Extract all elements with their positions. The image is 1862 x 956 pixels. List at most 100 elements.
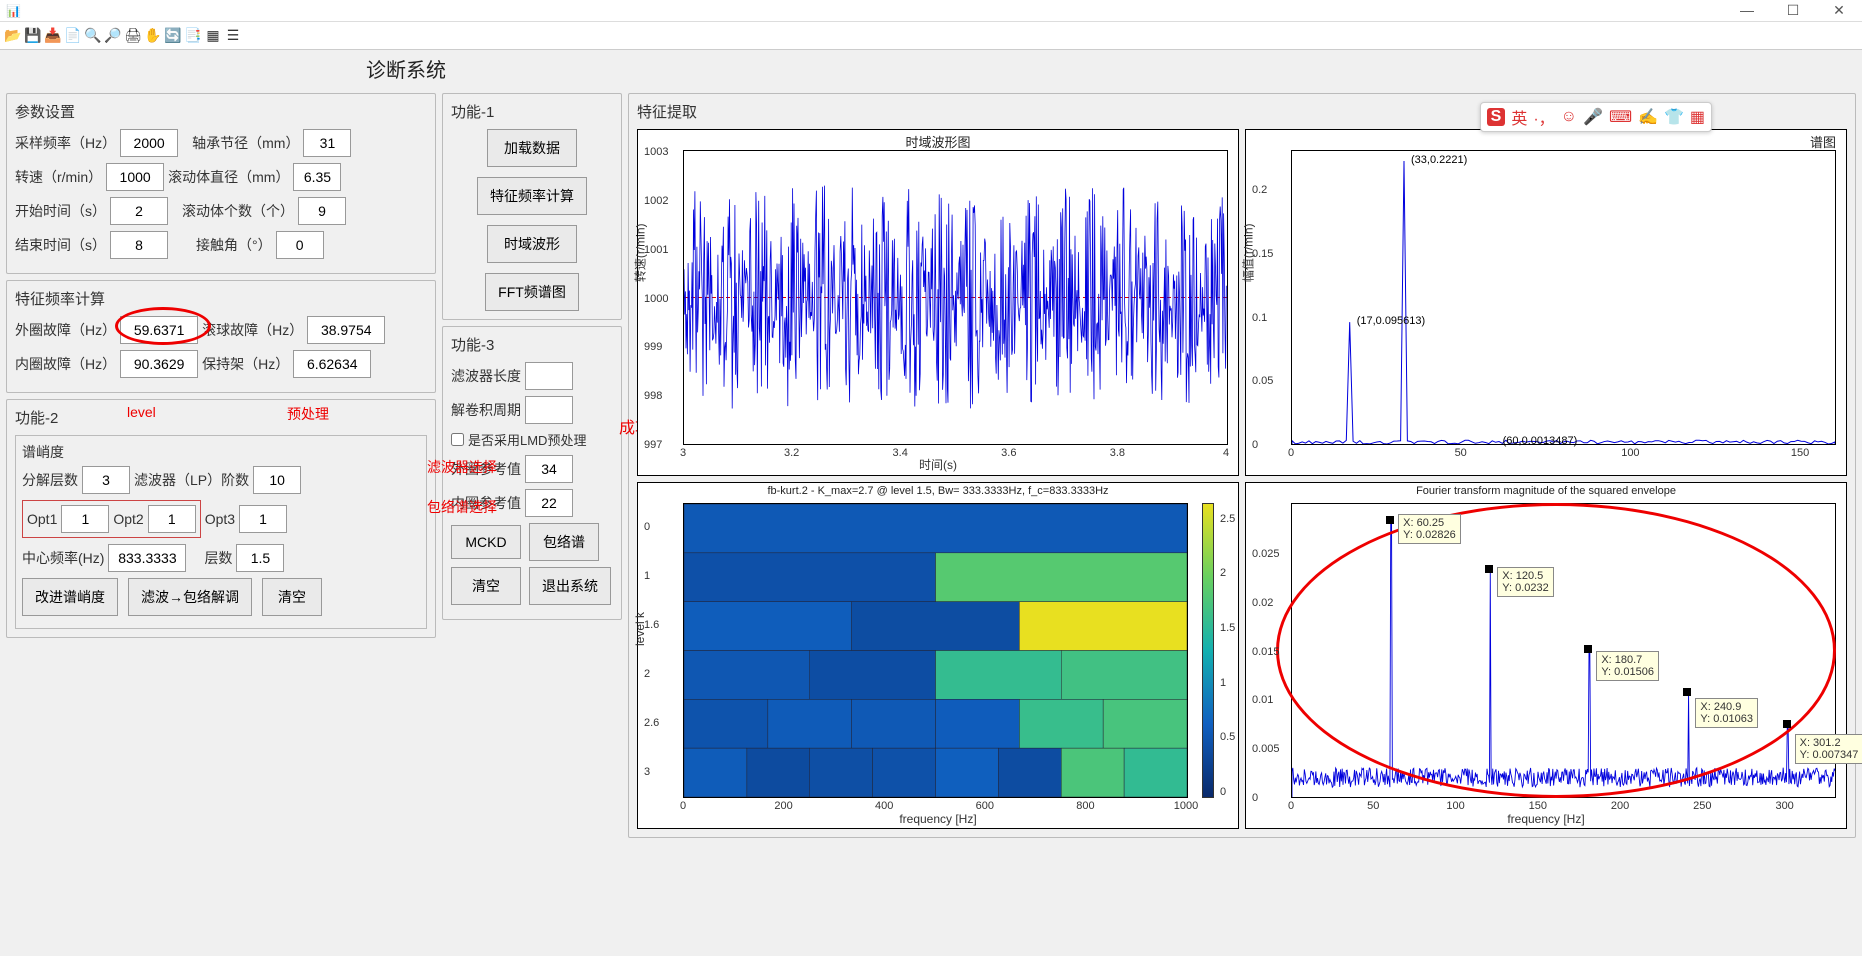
sample-rate-input[interactable]: [120, 129, 178, 157]
contact-angle-input[interactable]: [276, 231, 324, 259]
opt3-input[interactable]: [239, 505, 287, 533]
filtlen-label: 滤波器长度: [451, 366, 521, 386]
contact-angle-label: 接触角（°）: [196, 235, 272, 255]
deconv-input[interactable]: [525, 396, 573, 424]
lpord-label: 滤波器（LP）阶数: [134, 470, 249, 490]
decomp-label: 分解层数: [22, 470, 78, 490]
hand-icon[interactable]: ✋: [144, 27, 162, 45]
charfreq-title: 特征频率计算: [15, 288, 427, 309]
datatip[interactable]: X: 60.25Y: 0.02826: [1398, 514, 1461, 544]
colorbar-icon[interactable]: ☰: [224, 27, 242, 45]
sample-rate-label: 采样频率（Hz）: [15, 133, 116, 153]
centerf-input[interactable]: [108, 544, 186, 572]
close-button[interactable]: ✕: [1816, 2, 1862, 19]
lmd-checkbox-row: 是否采用LMD预处理: [451, 430, 613, 449]
fft-button[interactable]: FFT频谱图: [485, 273, 579, 311]
end-time-input[interactable]: [110, 231, 168, 259]
ime-punct-icon[interactable]: ·，: [1533, 105, 1554, 129]
kurtosis-subtitle: 谱峭度: [22, 442, 420, 462]
ime-mic-icon[interactable]: 🎤: [1583, 107, 1603, 127]
maximize-button[interactable]: ☐: [1770, 2, 1816, 19]
pitch-dia-input[interactable]: [303, 129, 351, 157]
save-as-icon[interactable]: 📄: [64, 27, 82, 45]
ime-toolbar[interactable]: S 英 ·， ☺ 🎤 ⌨ ✍ 👕 ▦: [1480, 102, 1712, 132]
time-plot-title: 时域波形图: [638, 132, 1238, 151]
annotation-level: level: [127, 404, 156, 420]
opt1-label: Opt1: [27, 511, 57, 527]
outer-fault-label: 外圈故障（Hz）: [15, 320, 116, 340]
func2-panel: 功能-2 level 预处理 谱峭度 分解层数 滤波器（LP）阶数 Opt1 O…: [6, 399, 436, 638]
time-waveform-plot[interactable]: 时域波形图 转速(r/min) 时间(s) 33.23.43.63.849979…: [637, 129, 1239, 476]
inner-fault-value[interactable]: [120, 350, 198, 378]
zoom-out-icon[interactable]: 🔎: [104, 27, 122, 45]
opt2-input[interactable]: [148, 505, 196, 533]
calc-charfreq-button[interactable]: 特征频率计算: [477, 177, 587, 215]
decomp-input[interactable]: [82, 466, 130, 494]
roll-dia-input[interactable]: [293, 163, 341, 191]
ime-keyboard-icon[interactable]: ⌨: [1609, 107, 1632, 127]
annotation-filtsel: 滤波器选择: [427, 457, 497, 477]
filtlen-input[interactable]: [525, 362, 573, 390]
func2-title: 功能-2: [15, 407, 427, 428]
params-panel: 参数设置 采样频率（Hz） 轴承节径（mm） 转速（r/min） 滚动体直径（m…: [6, 93, 436, 274]
clear-button-f2[interactable]: 清空: [262, 578, 322, 616]
params-title: 参数设置: [15, 101, 427, 122]
zoom-in-icon[interactable]: 🔍: [84, 27, 102, 45]
mckd-button[interactable]: MCKD: [451, 525, 521, 559]
kurtogram-plot[interactable]: fb-kurt.2 - K_max=2.7 @ level 1.5, Bw= 3…: [637, 482, 1239, 829]
grid-icon[interactable]: ▦: [204, 27, 222, 45]
ime-skin-icon[interactable]: 👕: [1664, 107, 1684, 127]
roll-count-input[interactable]: [298, 197, 346, 225]
envelope-button[interactable]: 包络谱: [529, 523, 599, 561]
lpord-input[interactable]: [253, 466, 301, 494]
func1-title: 功能-1: [451, 101, 613, 122]
speed-input[interactable]: [106, 163, 164, 191]
env-xlabel: frequency [Hz]: [1246, 812, 1846, 826]
outer-fault-value[interactable]: [120, 316, 198, 344]
roll-fault-value[interactable]: [307, 316, 385, 344]
improved-kurt-button[interactable]: 改进谱峭度: [22, 578, 118, 616]
spectrum-plot[interactable]: 谱图 幅值(r/min) (33,0.2221)(17,0.095613)(60…: [1245, 129, 1847, 476]
lmd-checkbox[interactable]: [451, 433, 464, 446]
charfreq-panel: 特征频率计算 外圈故障（Hz） 滚球故障（Hz） 内圈故障（Hz） 保持架（Hz…: [6, 280, 436, 393]
cage-label: 保持架（Hz）: [202, 354, 289, 374]
datatip[interactable]: X: 301.2Y: 0.007347: [1795, 734, 1862, 764]
time-waveform-button[interactable]: 时域波形: [487, 225, 577, 263]
start-time-input[interactable]: [110, 197, 168, 225]
inner-ref-input[interactable]: [525, 489, 573, 517]
rotate-icon[interactable]: 🔄: [164, 27, 182, 45]
print-icon[interactable]: 🖨: [124, 27, 142, 45]
data-cursor-icon[interactable]: 📑: [184, 27, 202, 45]
layers-input[interactable]: [236, 544, 284, 572]
envelope-plot[interactable]: Fourier transform magnitude of the squar…: [1245, 482, 1847, 829]
app-title: 诊断系统: [0, 50, 1862, 87]
annotation-prep: 预处理: [287, 404, 329, 424]
window-icon: 📊: [6, 4, 21, 18]
opt2-label: Opt2: [113, 511, 143, 527]
cage-value[interactable]: [293, 350, 371, 378]
import-icon[interactable]: 📥: [44, 27, 62, 45]
feature-extract-panel: 特征提取 成功提取！！！ 时域波形图 转速(r/min) 时间(s) 33.23…: [628, 93, 1856, 838]
save-icon[interactable]: 💾: [24, 27, 42, 45]
opt1-input[interactable]: [61, 505, 109, 533]
lmd-label: 是否采用LMD预处理: [468, 430, 586, 449]
filter-envelope-button[interactable]: 滤波→包络解调: [128, 578, 252, 616]
ime-menu-icon[interactable]: ▦: [1690, 107, 1705, 127]
clear-button-f3[interactable]: 清空: [451, 567, 521, 605]
roll-fault-label: 滚球故障（Hz）: [202, 320, 303, 340]
exit-button[interactable]: 退出系统: [529, 567, 611, 605]
datatip[interactable]: X: 120.5Y: 0.0232: [1497, 567, 1554, 597]
time-xlabel: 时间(s): [638, 456, 1238, 473]
datatip[interactable]: X: 180.7Y: 0.01506: [1596, 651, 1659, 681]
ime-handwrite-icon[interactable]: ✍: [1638, 107, 1658, 127]
deconv-label: 解卷积周期: [451, 400, 521, 420]
ime-emoji-icon[interactable]: ☺: [1561, 108, 1577, 126]
folder-open-icon[interactable]: 📂: [4, 27, 22, 45]
func1-panel: 功能-1 加载数据 特征频率计算 时域波形 FFT频谱图: [442, 93, 622, 320]
minimize-button[interactable]: —: [1724, 2, 1770, 19]
datatip[interactable]: X: 240.9Y: 0.01063: [1695, 698, 1758, 728]
ime-lang-label[interactable]: 英: [1511, 105, 1527, 129]
toolbar: 📂 💾 📥 📄 🔍 🔎 🖨 ✋ 🔄 📑 ▦ ☰: [0, 22, 1862, 50]
load-data-button[interactable]: 加载数据: [487, 129, 577, 167]
outer-ref-input[interactable]: [525, 455, 573, 483]
